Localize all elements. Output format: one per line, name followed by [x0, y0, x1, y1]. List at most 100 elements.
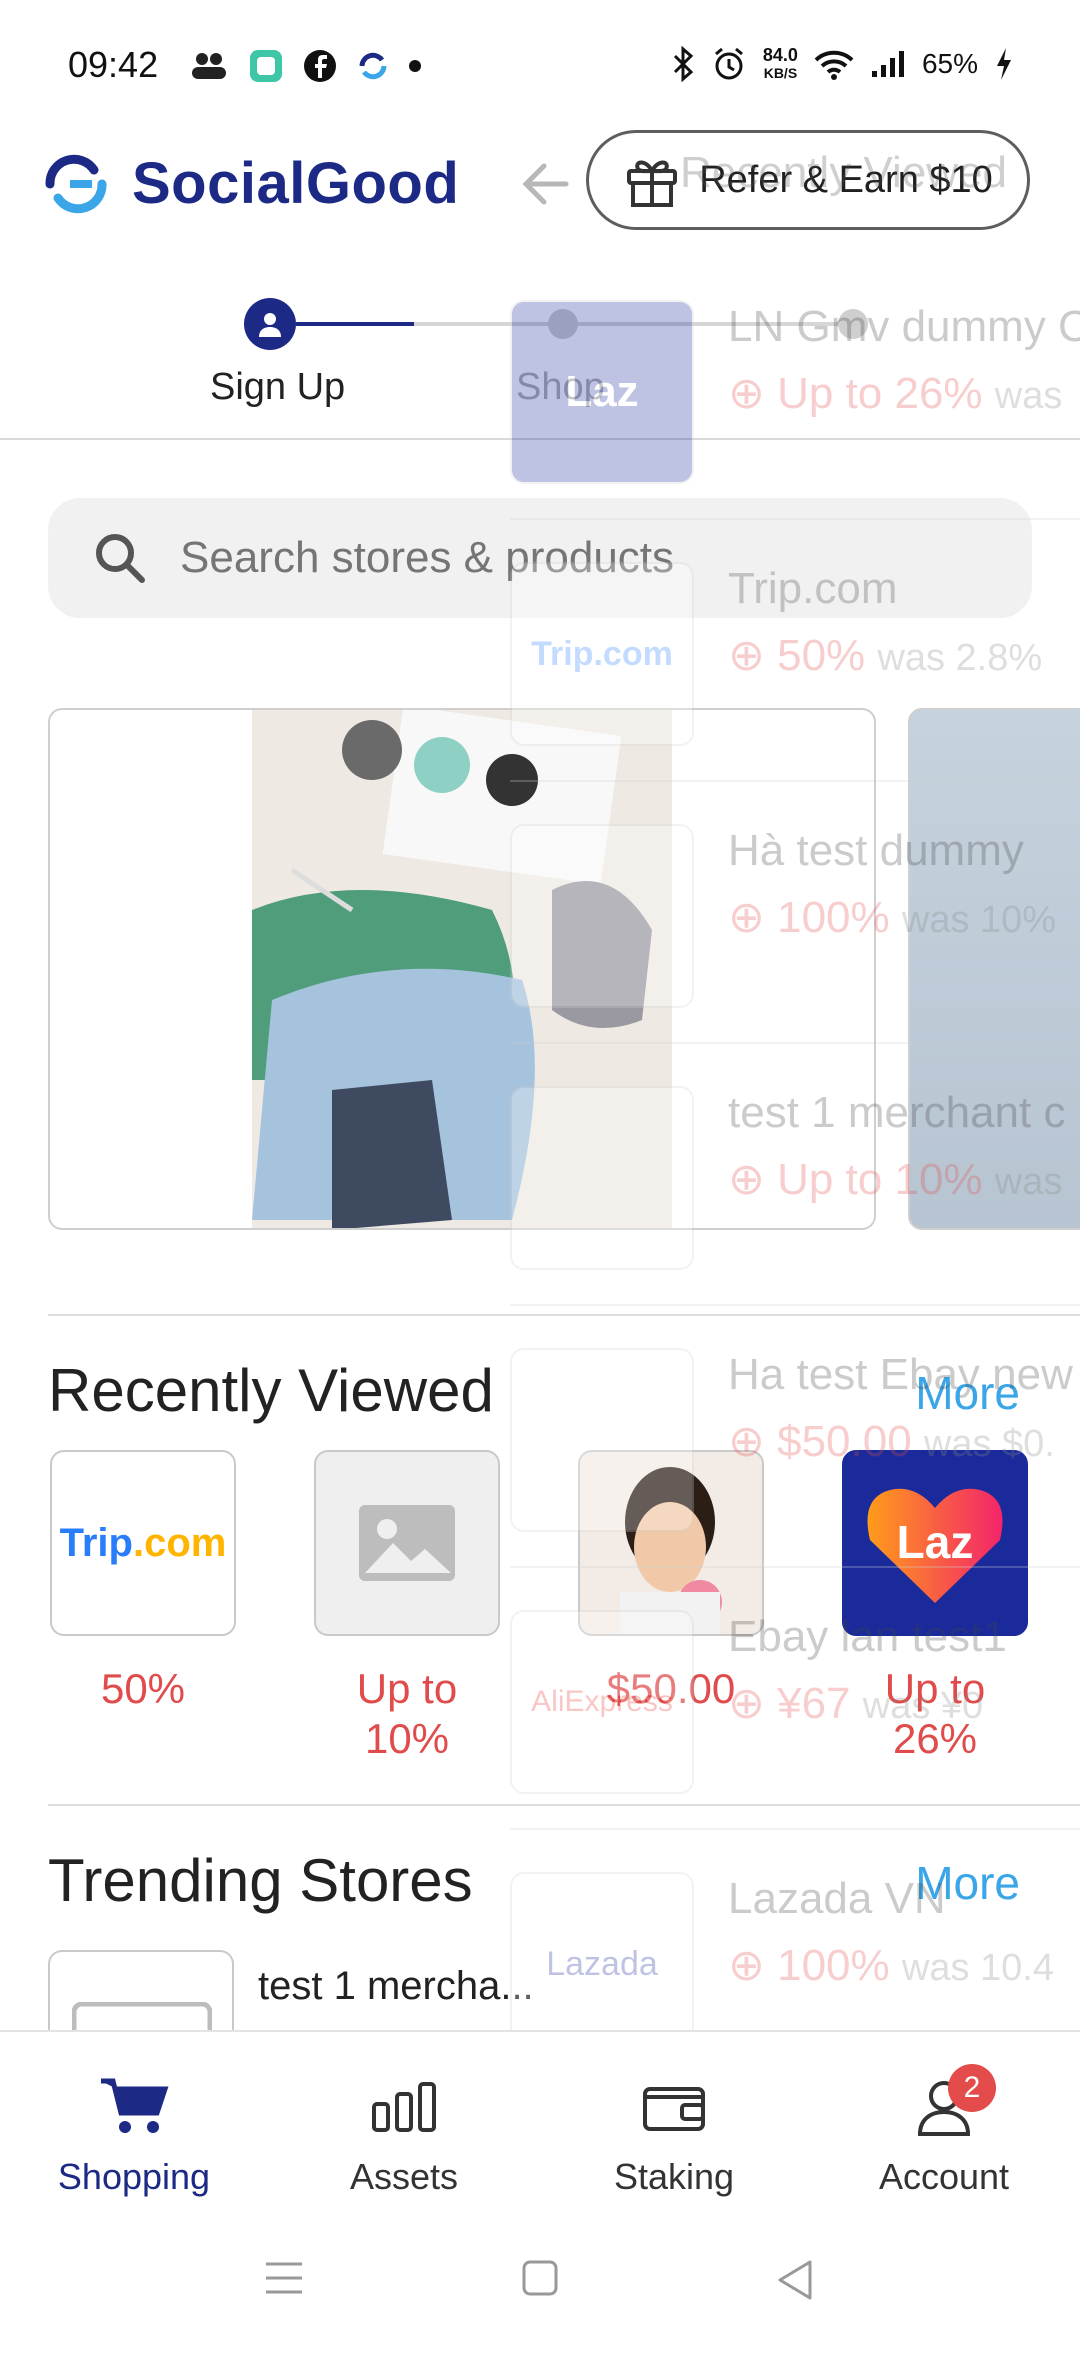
search-bar[interactable] [48, 498, 1032, 618]
nav-label: Shopping [57, 2156, 211, 2197]
user-step-icon [259, 313, 281, 337]
gift-icon [627, 160, 678, 207]
nav-label: Account [878, 2156, 1010, 2197]
trip-logo-text: Trip.com [60, 1521, 227, 1566]
trending-more-link[interactable]: More [915, 1856, 1020, 1910]
step-label-signup: Sign Up [210, 366, 346, 408]
cart-icon [101, 2078, 169, 2133]
alarm-icon [714, 47, 743, 80]
nav-label: Assets [349, 2156, 459, 2197]
step-label-shop: Shop [516, 366, 605, 408]
recently-viewed-more-link[interactable]: More [915, 1366, 1020, 1420]
step-progress-line [296, 322, 414, 326]
app-icon [250, 50, 282, 82]
nav-assets[interactable]: Assets [304, 2072, 504, 2198]
bluetooth-icon [673, 46, 694, 82]
nav-account[interactable]: Account 2 [844, 2064, 1044, 2198]
trip-logo: Trip.com [50, 1450, 236, 1636]
lazada-logo-text: Laz [897, 1516, 974, 1568]
facebook-icon [304, 50, 336, 82]
app-header: SocialGood Refer & Earn $10 [0, 130, 1080, 250]
overlay-cashback: ⊕ 50% was 2.8% [728, 631, 1043, 680]
bottom-navigation: Shopping Assets Staking Account 2 [0, 2030, 1080, 2222]
signal-icon [871, 51, 904, 77]
refer-earn-label: Refer & Earn $10 [699, 158, 993, 201]
status-time: 09:42 [68, 44, 159, 85]
recent-item-trip[interactable]: Trip.com 50% [50, 1450, 236, 1714]
search-icon [96, 534, 145, 583]
notification-icons [188, 48, 422, 84]
trip-logo-word: Trip [59, 1520, 133, 1565]
header-divider [0, 438, 1080, 440]
cashback-label: Up to 26% [884, 1665, 986, 1762]
overlay-was: was 2.8% [877, 637, 1043, 679]
back-arrow-icon[interactable] [516, 154, 576, 214]
step-shop-dot[interactable] [548, 309, 578, 339]
status-bar: 09:42 84.0 KB/S 65% [0, 0, 1080, 130]
recent-item-product[interactable]: $50.00 [578, 1450, 764, 1714]
overlay-cashback-value: ¥67 [777, 1679, 851, 1728]
clothing-photo [252, 710, 672, 1228]
overlay-store-name: Lazada VN [728, 1874, 946, 1923]
product-thumb [578, 1450, 764, 1636]
recent-item-lazada[interactable]: Laz Up to 26% [842, 1450, 1028, 1764]
system-navigation [0, 2220, 1080, 2340]
promo-banner-next[interactable] [908, 708, 1080, 1230]
trending-store-name[interactable]: test 1 mercha... [258, 1964, 534, 2009]
back-icon[interactable] [776, 2260, 814, 2300]
menu-icon[interactable] [264, 2260, 304, 2296]
socialgood-logo[interactable]: SocialGood [40, 150, 459, 217]
people-icon [192, 53, 226, 79]
image-placeholder-icon [359, 1505, 455, 1581]
wifi-icon [814, 50, 854, 80]
cashback-label: $50.00 [606, 1665, 736, 1712]
overlay-divider [510, 1828, 1080, 1830]
bar-chart-icon [372, 2082, 436, 2132]
recent-item-placeholder[interactable]: Up to 10% [314, 1450, 500, 1764]
charging-icon [997, 48, 1011, 80]
overlay-cashback-value: 50% [777, 631, 866, 680]
step-signup-dot[interactable] [244, 298, 296, 350]
promo-banner[interactable] [48, 708, 876, 1230]
step-line [414, 322, 854, 326]
socialgood-logo-icon [45, 154, 107, 213]
nav-staking[interactable]: Staking [574, 2072, 774, 2198]
product-photo [580, 1452, 762, 1634]
overlay-thumb: Lazada [510, 1872, 694, 2056]
section-divider [48, 1804, 1080, 1806]
search-input[interactable] [178, 532, 982, 584]
net-speed-unit: KB/S [763, 65, 798, 81]
home-icon[interactable] [522, 2260, 558, 2296]
lazada-logo: Laz [842, 1450, 1028, 1636]
brand-name: SocialGood [132, 151, 460, 216]
nav-label: Staking [613, 2156, 735, 2197]
overlay-cashback-value: 100% [777, 1941, 890, 1990]
trending-stores-title: Trending Stores [48, 1847, 473, 1914]
recently-viewed-title: Recently Viewed [48, 1357, 494, 1424]
banner-image [252, 710, 672, 1228]
net-speed-value: 84.0 [762, 45, 798, 65]
overlay-divider [510, 1304, 1080, 1306]
lazada-heart-icon: Laz [867, 1488, 1003, 1603]
onboarding-stepper: Sign Up Shop [0, 290, 1080, 440]
nav-shopping[interactable]: Shopping [34, 2072, 234, 2198]
system-icons: 84.0 KB/S 65% [671, 46, 1014, 82]
socialgood-icon [359, 52, 387, 80]
placeholder-thumb [314, 1450, 500, 1636]
step-three-dot[interactable] [838, 309, 868, 339]
refer-earn-button[interactable]: Refer & Earn $10 [586, 130, 1030, 230]
dot-icon [409, 60, 421, 72]
notification-badge: 2 [948, 2064, 996, 2112]
overlay-logo-text: Trip.com [531, 634, 673, 673]
cashback-label: 50% [100, 1665, 186, 1712]
overlay-cashback: ⊕ 100% was 10.4 [728, 1941, 1054, 1990]
net-speed: 84.0 KB/S [763, 46, 798, 82]
battery-percent: 65% [921, 48, 978, 79]
trip-logo-suffix: .com [132, 1520, 227, 1565]
overlay-logo-text: Lazada [546, 1944, 658, 1983]
wallet-icon [643, 2087, 705, 2131]
overlay-store-name: Ha test Ebay new [728, 1350, 1073, 1399]
section-divider [48, 1314, 1080, 1316]
cashback-label: Up to 10% [356, 1665, 458, 1762]
overlay-was: was 10.4 [901, 1947, 1054, 1989]
